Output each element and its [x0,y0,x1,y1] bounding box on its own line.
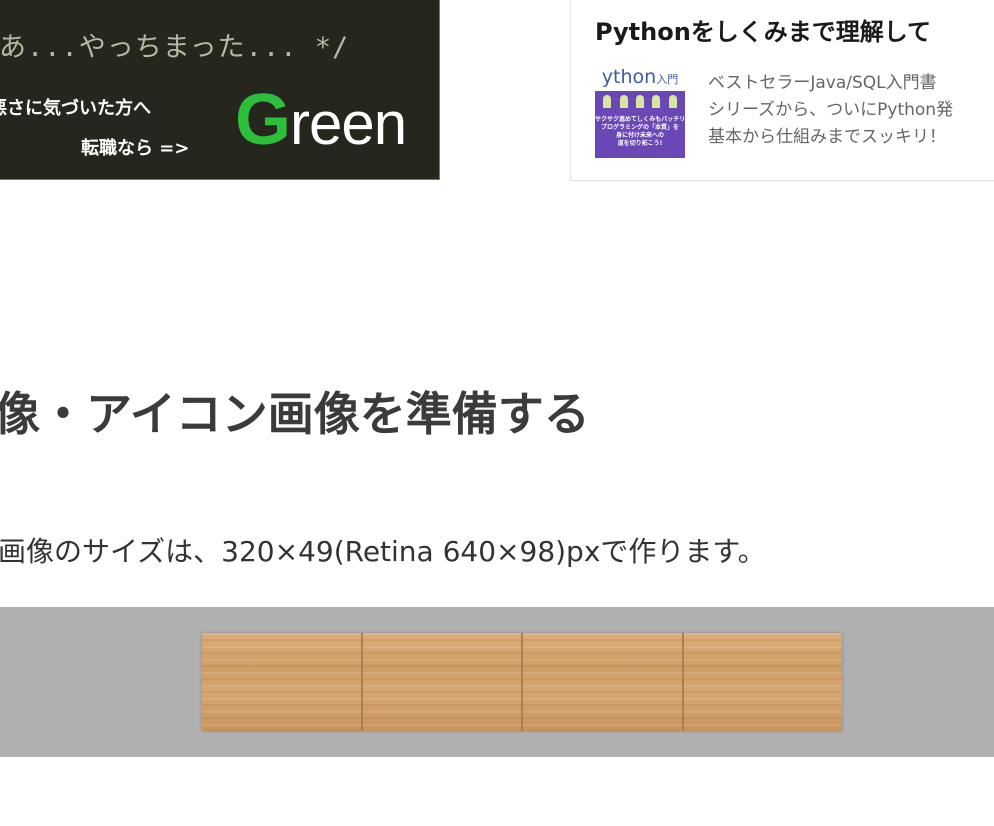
job-ad-banner[interactable]: あ...やっちまった... */ 悪さに気づいた方へ 転職なら => Green [0,0,440,180]
cover-blurb-line: サクサク進めてしくみもバッチリ! [595,116,685,123]
book-title[interactable]: Pythonをしくみまで理解して [595,12,931,47]
ad-tagline-2: 転職なら => [81,138,190,159]
green-logo-g: G [235,80,291,160]
cover-figures-illustration [595,95,685,108]
wood-tile [202,633,363,731]
book-desc-line: 基本から仕組みまでスッキリ！ [708,127,946,147]
green-logo-rest: reen [290,90,407,157]
cover-blurb-line: 道を切り拓こう! [617,140,663,147]
figure-icon [668,95,677,108]
book-desc-line: ベストセラーJava/SQL入門書 [708,73,937,93]
figure-icon [619,95,628,108]
wood-tile [523,633,684,731]
cover-blurb-line: プログラミングの「本質」を [600,124,679,131]
cover-blurb-line: 身に付け未来への [615,132,664,139]
book-desc-line: シリーズから、ついにPython発 [708,100,954,120]
ad-tagline-1: 悪さに気づいた方へ [0,98,151,119]
cover-blurb: サクサク進めてしくみもバッチリ! プログラミングの「本質」を 身に付け未来への … [595,116,685,148]
body-paragraph: 画像のサイズは、320×49(Retina 640×98)pxで作ります。 [0,535,766,568]
cover-title: ython [601,67,657,88]
cover-title-strip: ython入門 [595,67,685,91]
figure-icon [652,95,661,108]
cover-subtitle: 入門 [656,73,679,86]
book-description: ベストセラーJava/SQL入門書 シリーズから、ついにPython発 基本から… [708,70,953,151]
wood-tile [362,633,523,731]
figure-icon [603,95,612,108]
book-cover-image[interactable]: ython入門 サクサク進めてしくみもバッチリ! プログラミングの「本質」を 身… [595,67,685,158]
wood-tabbar-image [202,633,842,731]
section-heading: 像・アイコン画像を準備する [0,387,590,441]
green-logo[interactable]: Green [235,79,407,161]
image-preview-area [0,607,994,757]
ad-code-text: あ...やっちまった... */ [0,32,350,63]
wood-tile [683,633,842,731]
book-promo-card[interactable]: Pythonをしくみまで理解して ython入門 サクサク進めてしくみもバッチリ… [570,0,994,181]
figure-icon [635,95,644,108]
